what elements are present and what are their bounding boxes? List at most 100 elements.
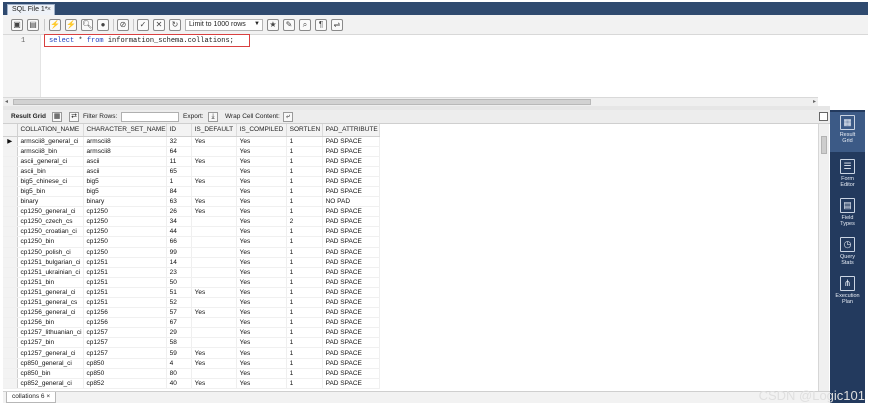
table-cell[interactable]: Yes	[236, 337, 287, 349]
editor-horizontal-scrollbar[interactable]: ◂ ▸	[3, 97, 818, 106]
table-cell[interactable]: cp1251_general_ci	[17, 287, 84, 299]
scroll-left-icon[interactable]: ◂	[5, 98, 8, 105]
table-cell[interactable]: cp1250	[83, 216, 167, 228]
table-cell[interactable]: cp1250	[83, 247, 167, 258]
table-cell[interactable]: 1	[286, 247, 323, 258]
table-cell[interactable]: 64	[166, 146, 192, 157]
table-cell[interactable]: 40	[166, 378, 192, 389]
toggle-panel-icon[interactable]	[819, 112, 828, 121]
sql-statement[interactable]: select * from information_schema.collati…	[44, 34, 250, 47]
table-cell[interactable]: 52	[166, 297, 192, 309]
table-cell[interactable]: cp1250_croatian_ci	[17, 226, 84, 238]
sql-editor[interactable]: 1 select * from information_schema.colla…	[3, 34, 868, 97]
find-icon[interactable]: ⌕	[299, 19, 311, 31]
table-cell[interactable]: Yes	[236, 317, 287, 329]
table-cell[interactable]: 1	[286, 136, 323, 147]
table-cell[interactable]: Yes	[236, 327, 287, 339]
table-cell[interactable]: big5	[83, 186, 167, 198]
table-cell[interactable]: Yes	[236, 247, 287, 258]
sql-file-tab[interactable]: SQL File 1* ×	[7, 4, 55, 15]
side-execution-plan[interactable]: ⋔ Execution Plan	[830, 273, 865, 305]
row-marker[interactable]	[3, 277, 18, 288]
table-cell[interactable]: 1	[286, 226, 323, 238]
table-cell[interactable]: 1	[286, 257, 323, 268]
current-row-marker-icon[interactable]: ▶	[3, 136, 18, 147]
result-grid[interactable]: COLLATION_NAME CHARACTER_SET_NAME ID IS_DEF…	[3, 124, 818, 391]
table-cell[interactable]: Yes	[236, 146, 287, 157]
side-form-editor[interactable]: ☰ Form Editor	[830, 156, 865, 188]
table-cell[interactable]: cp1250	[83, 206, 167, 218]
table-row[interactable]: cp852_general_ci cp852 40 Yes Yes 1 PAD SPACE	[3, 378, 380, 389]
row-marker[interactable]	[3, 307, 18, 319]
table-cell[interactable]: binary	[17, 196, 84, 208]
row-marker[interactable]	[3, 257, 18, 268]
row-marker[interactable]	[3, 337, 18, 349]
toggle-error-icon[interactable]: ⊘	[117, 19, 129, 31]
table-cell[interactable]: ascii_general_ci	[17, 156, 84, 167]
row-marker[interactable]	[3, 358, 18, 369]
table-cell[interactable]: 65	[166, 166, 192, 177]
table-row[interactable]: cp1250_bin cp1250 66 Yes 1 PAD SPACE	[3, 236, 380, 248]
table-row[interactable]: cp1256_bin cp1256 67 Yes 1 PAD SPACE	[3, 317, 380, 329]
table-cell[interactable]: 67	[166, 317, 192, 329]
table-cell[interactable]: PAD SPACE	[322, 136, 380, 147]
side-field-types[interactable]: ▤ Field Types	[830, 195, 865, 227]
table-cell[interactable]: cp1250_bin	[17, 236, 84, 248]
table-cell[interactable]: Yes	[236, 156, 287, 167]
table-cell[interactable]	[191, 368, 237, 379]
table-row[interactable]: cp850_bin cp850 80 Yes 1 PAD SPACE	[3, 368, 380, 379]
row-marker[interactable]	[3, 378, 18, 389]
table-cell[interactable]: 1	[286, 368, 323, 379]
table-cell[interactable]: cp1251	[83, 277, 167, 288]
table-cell[interactable]: cp1251_bulgarian_ci	[17, 257, 84, 268]
table-cell[interactable]: PAD SPACE	[322, 327, 380, 339]
table-cell[interactable]: PAD SPACE	[322, 176, 380, 187]
table-row[interactable]: binary binary 63 Yes Yes 1 NO PAD	[3, 196, 380, 208]
commit-icon[interactable]: ✓	[137, 19, 149, 31]
table-cell[interactable]: 80	[166, 368, 192, 379]
table-cell[interactable]: 34	[166, 216, 192, 228]
table-cell[interactable]: Yes	[191, 196, 237, 208]
table-cell[interactable]: 59	[166, 347, 192, 359]
table-cell[interactable]: cp1257_general_ci	[17, 347, 84, 359]
table-cell[interactable]: 99	[166, 247, 192, 258]
table-cell[interactable]: armscii8	[83, 146, 167, 157]
table-cell[interactable]: cp1251	[83, 257, 167, 268]
table-cell[interactable]: Yes	[191, 378, 237, 389]
table-row[interactable]: cp1257_general_ci cp1257 59 Yes Yes 1 PAD SPAC…	[3, 347, 380, 359]
beautify-icon[interactable]: ✎	[283, 19, 295, 31]
table-row[interactable]: cp1251_general_cs cp1251 52 Yes 1 PAD SPACE	[3, 297, 380, 309]
table-cell[interactable]: PAD SPACE	[322, 297, 380, 309]
table-row[interactable]: cp1250_general_ci cp1250 26 Yes Yes 1 PAD SPAC…	[3, 206, 380, 218]
rollback-icon[interactable]: ✕	[153, 19, 165, 31]
table-cell[interactable]: PAD SPACE	[322, 186, 380, 198]
table-cell[interactable]: cp852	[83, 378, 167, 389]
column-header[interactable]: COLLATION_NAME	[17, 124, 84, 137]
table-cell[interactable]: 4	[166, 358, 192, 369]
table-row[interactable]: cp1250_czech_cs cp1250 34 Yes 2 PAD SPACE	[3, 216, 380, 228]
table-cell[interactable]: 1	[286, 287, 323, 299]
table-cell[interactable]: 1	[286, 317, 323, 329]
row-marker[interactable]	[3, 146, 18, 157]
row-marker[interactable]	[3, 297, 18, 309]
table-cell[interactable]: ascii_bin	[17, 166, 84, 177]
table-cell[interactable]: armscii8_bin	[17, 146, 84, 157]
table-cell[interactable]: cp1256_bin	[17, 317, 84, 329]
table-cell[interactable]: cp1257	[83, 337, 167, 349]
column-header[interactable]: PAD_ATTRIBUTE	[322, 124, 380, 137]
table-cell[interactable]: 1	[286, 347, 323, 359]
stop-icon[interactable]: ●	[97, 19, 109, 31]
column-header[interactable]: IS_COMPILED	[236, 124, 287, 137]
table-cell[interactable]: Yes	[236, 196, 287, 208]
autocommit-icon[interactable]: ↻	[169, 19, 181, 31]
table-cell[interactable]	[191, 186, 237, 198]
table-cell[interactable]	[191, 277, 237, 288]
table-cell[interactable]: cp850_general_ci	[17, 358, 84, 369]
table-cell[interactable]	[191, 166, 237, 177]
row-marker[interactable]	[3, 176, 18, 187]
table-cell[interactable]: PAD SPACE	[322, 337, 380, 349]
row-marker[interactable]	[3, 196, 18, 208]
table-cell[interactable]: PAD SPACE	[322, 166, 380, 177]
table-cell[interactable]	[191, 257, 237, 268]
table-row[interactable]: cp850_general_ci cp850 4 Yes Yes 1 PAD SPACE	[3, 358, 380, 369]
